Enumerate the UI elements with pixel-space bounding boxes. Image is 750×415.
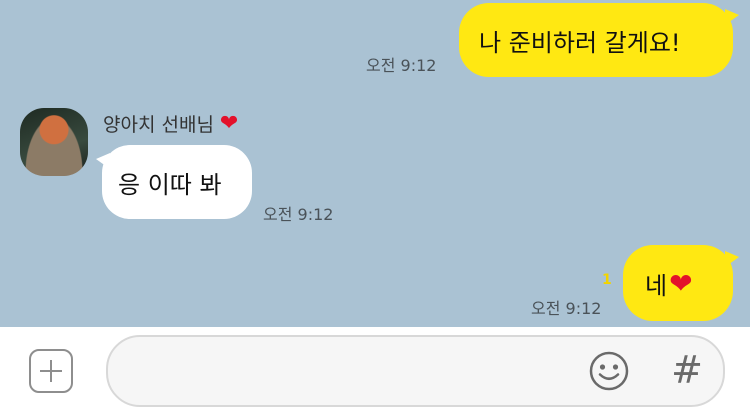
message-text: 네 — [645, 271, 668, 300]
message-input[interactable] — [106, 335, 725, 407]
chat-area[interactable]: 나 준비하러 갈게요! 오전 9:12 양아치 선배님 ❤ 응 이따 봐 오전 … — [0, 0, 750, 327]
heart-icon: ❤ — [219, 111, 239, 136]
my-message-bubble[interactable]: 나 준비하러 갈게요! — [459, 3, 739, 77]
message-text: 나 준비하러 갈게요! — [479, 28, 681, 57]
sender-avatar[interactable] — [20, 108, 88, 176]
other-message-bubble[interactable]: 응 이따 봐 — [96, 145, 252, 219]
message-timestamp: 오전 9:12 — [531, 299, 602, 318]
hash-icon: # — [671, 348, 703, 392]
sender-name[interactable]: 양아치 선배님 ❤ — [103, 110, 238, 137]
heart-icon: ❤ — [669, 266, 693, 300]
unread-count: 1 — [602, 272, 612, 288]
emoji-button[interactable] — [588, 350, 630, 392]
smiley-icon — [589, 351, 629, 391]
hashtag-search-button[interactable]: # — [670, 348, 704, 392]
message-timestamp: 오전 9:12 — [366, 56, 437, 75]
my-message-bubble[interactable]: 네 ❤ — [623, 245, 739, 321]
message-timestamp: 오전 9:12 — [263, 205, 334, 224]
add-button[interactable] — [29, 349, 73, 393]
message-text: 응 이따 봐 — [118, 170, 222, 199]
sender-name-label: 양아치 선배님 — [103, 114, 214, 136]
